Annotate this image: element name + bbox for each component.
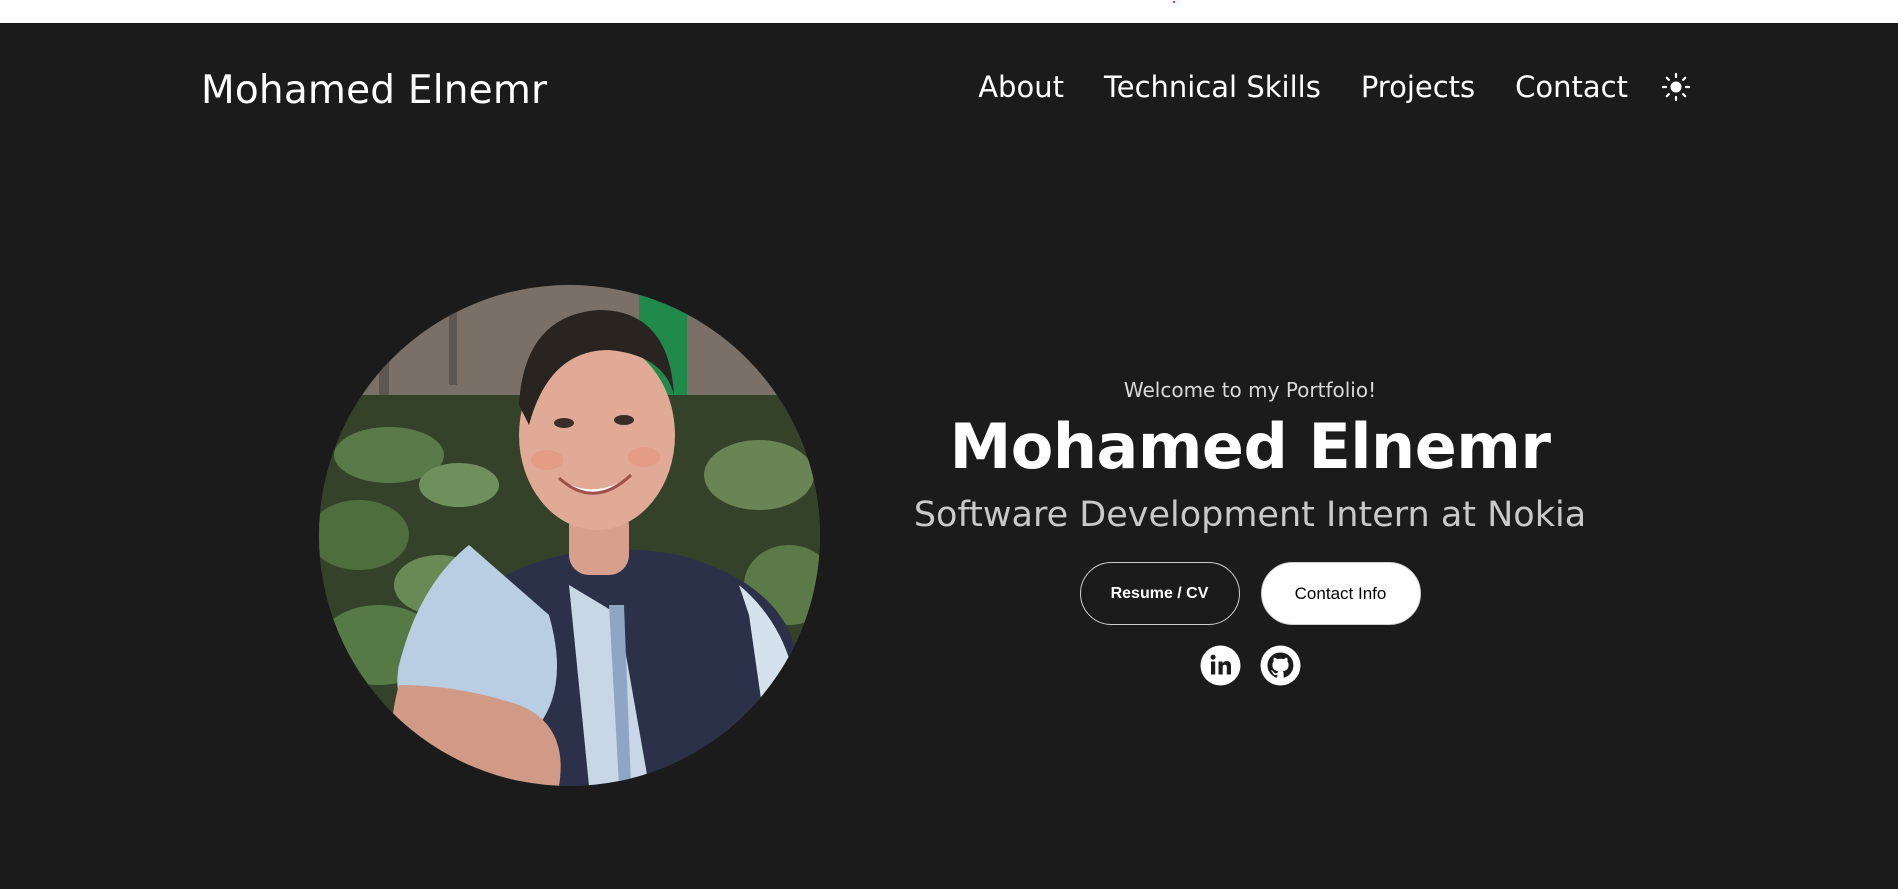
contact-info-button[interactable]: Contact Info [1260, 562, 1421, 625]
sun-icon [1661, 72, 1691, 102]
theme-toggle-button[interactable] [1660, 71, 1692, 103]
profile-photo [319, 285, 820, 786]
portfolio-page: Mohamed Elnemr About Technical Skills Pr… [0, 23, 1898, 889]
github-link[interactable] [1260, 645, 1301, 686]
nav-link-projects[interactable]: Projects [1361, 72, 1475, 102]
site-logo[interactable]: Mohamed Elnemr [201, 71, 547, 110]
browser-top-strip [0, 0, 1898, 23]
hero-role: Software Development Intern at Nokia [913, 495, 1587, 535]
linkedin-icon [1200, 645, 1240, 686]
hero-buttons: Resume / CV Contact Info [880, 562, 1620, 625]
profile-photo-illustration [319, 285, 820, 786]
social-links [880, 645, 1620, 686]
welcome-text: Welcome to my Portfolio! [1123, 378, 1377, 402]
hero-name: Mohamed Elnemr [949, 410, 1551, 483]
indicator-dot [1173, 1, 1175, 3]
nav-link-about[interactable]: About [978, 72, 1064, 102]
hero-section: Welcome to my Portfolio! Mohamed Elnemr … [880, 380, 1620, 686]
resume-button[interactable]: Resume / CV [1079, 562, 1240, 625]
github-icon [1260, 645, 1300, 686]
nav-link-contact[interactable]: Contact [1515, 72, 1628, 102]
main-nav: About Technical Skills Projects Contact [978, 71, 1692, 103]
nav-link-technical-skills[interactable]: Technical Skills [1104, 72, 1321, 102]
linkedin-link[interactable] [1200, 645, 1241, 686]
